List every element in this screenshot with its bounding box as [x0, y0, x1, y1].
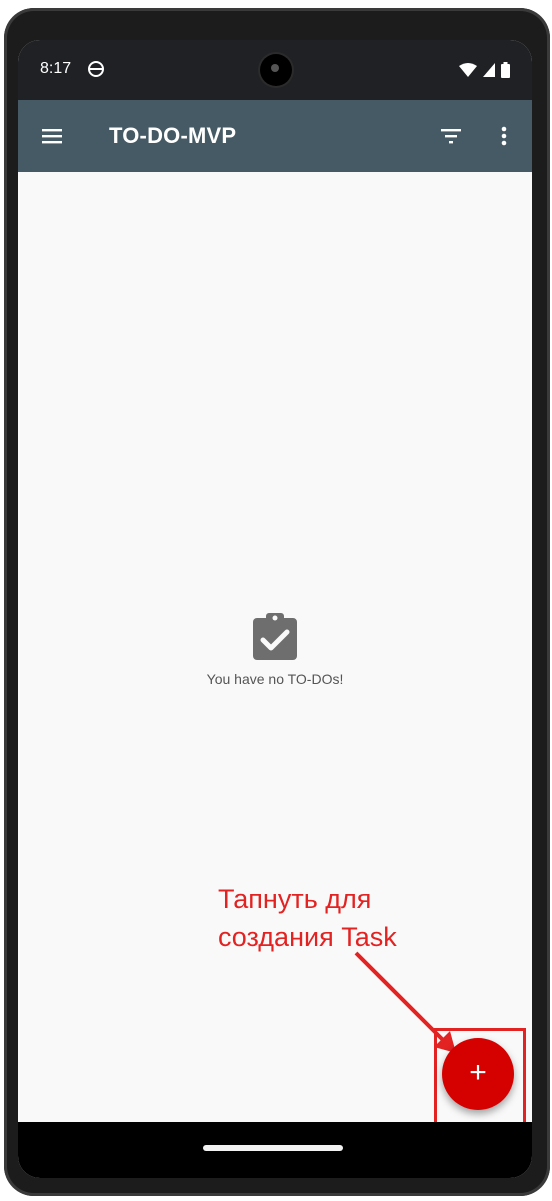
add-task-button[interactable]: + — [442, 1038, 514, 1110]
add-icon: + — [469, 1056, 487, 1089]
wifi-icon — [459, 63, 477, 77]
clipboard-check-icon — [253, 613, 297, 660]
status-bar: 8:17 — [18, 40, 532, 100]
menu-icon[interactable] — [40, 124, 64, 148]
empty-state: You have no TO-DOs! — [18, 610, 532, 687]
screen: 8:17 TO-DO-MVP You have no TO-DOs! Тапну… — [18, 40, 532, 1178]
empty-message: You have no TO-DOs! — [206, 671, 344, 687]
filter-icon[interactable] — [439, 124, 463, 148]
signal-icon — [483, 63, 495, 77]
more-vert-icon[interactable] — [492, 124, 516, 148]
status-icons — [459, 60, 510, 80]
battery-icon — [501, 62, 510, 78]
navigation-bar — [18, 1122, 532, 1178]
app-title: TO-DO-MVP — [109, 123, 237, 148]
sync-icon — [88, 61, 104, 77]
front-camera — [260, 54, 292, 86]
app-bar: TO-DO-MVP — [18, 100, 532, 172]
home-gesture-handle[interactable] — [203, 1145, 343, 1151]
status-time: 8:17 — [40, 60, 72, 77]
phone-frame: 8:17 TO-DO-MVP You have no TO-DOs! Тапну… — [4, 8, 550, 1196]
